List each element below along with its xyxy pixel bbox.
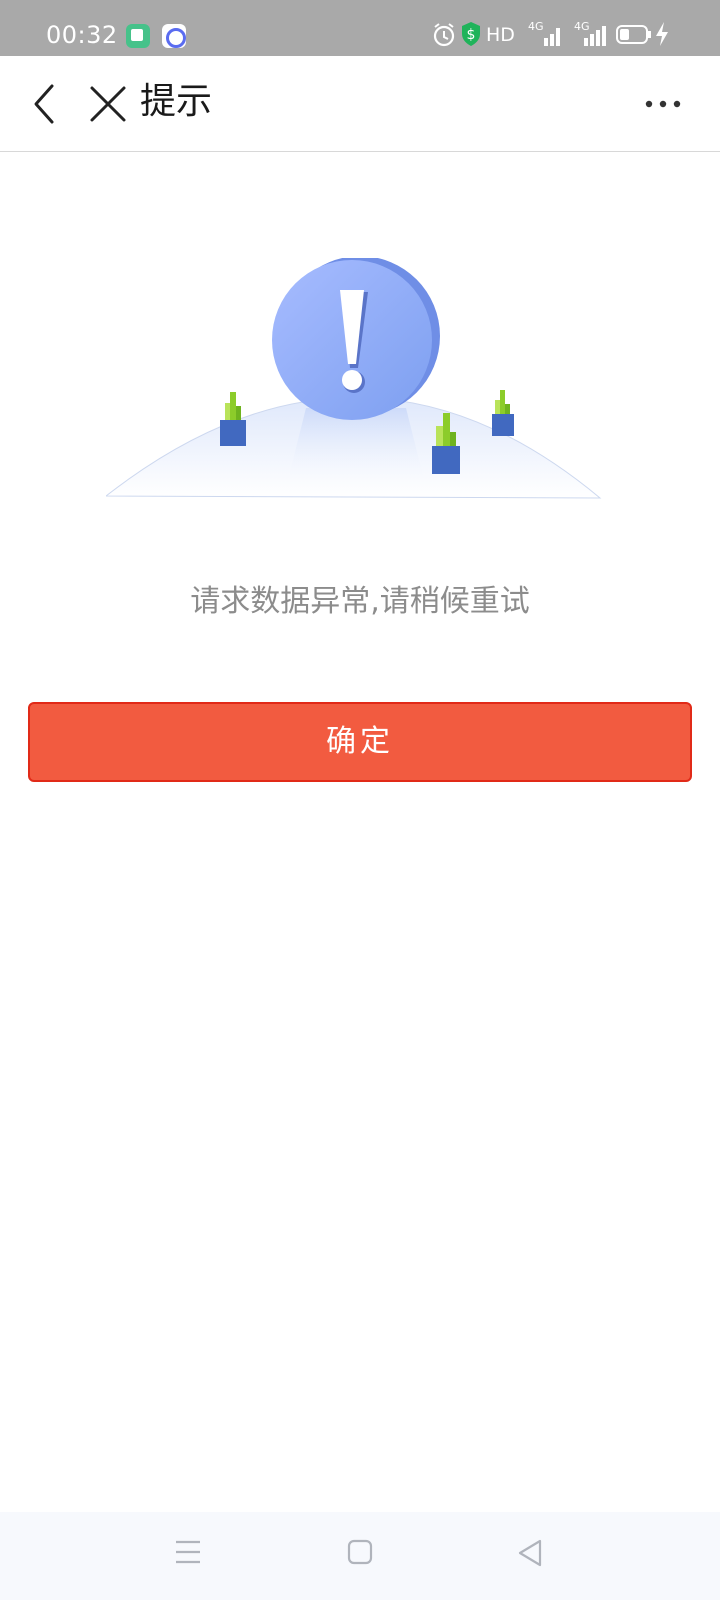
status-icons: $ HD 4G 4G [432,20,682,52]
status-bar: 00:32 $ HD 4G 4G [0,0,720,56]
page-title: 提示 [140,81,213,122]
system-nav-bar [0,1512,720,1600]
screen: 00:32 $ HD 4G 4G 提示 请求数据异常,请稍候重试 确定 [0,0,720,1600]
more-icon[interactable] [644,92,682,116]
back-triangle-icon[interactable] [516,1538,544,1568]
back-icon[interactable] [28,82,62,126]
svg-text:$: $ [467,27,476,43]
app-icon-chat [162,24,186,48]
signal-1-label: 4G [528,20,544,33]
menu-icon[interactable] [174,1538,202,1566]
close-icon[interactable] [88,84,128,124]
app-icon-green [126,24,150,48]
battery-icon [616,25,651,44]
exclamation-coin [272,258,440,420]
confirm-button[interactable]: 确定 [28,702,692,782]
status-time: 00:32 [46,21,118,49]
signal-2-label: 4G [574,20,590,33]
shield-icon: $ [462,22,480,46]
light-beam [286,408,426,488]
cactus-right [492,390,514,436]
hd-label: HD [486,24,515,46]
error-message: 请求数据异常,请稍候重试 [190,584,530,619]
error-illustration [106,258,602,499]
home-icon[interactable] [346,1538,374,1566]
alarm-icon [433,23,455,47]
charging-icon [656,22,668,46]
header: 提示 [0,56,720,152]
